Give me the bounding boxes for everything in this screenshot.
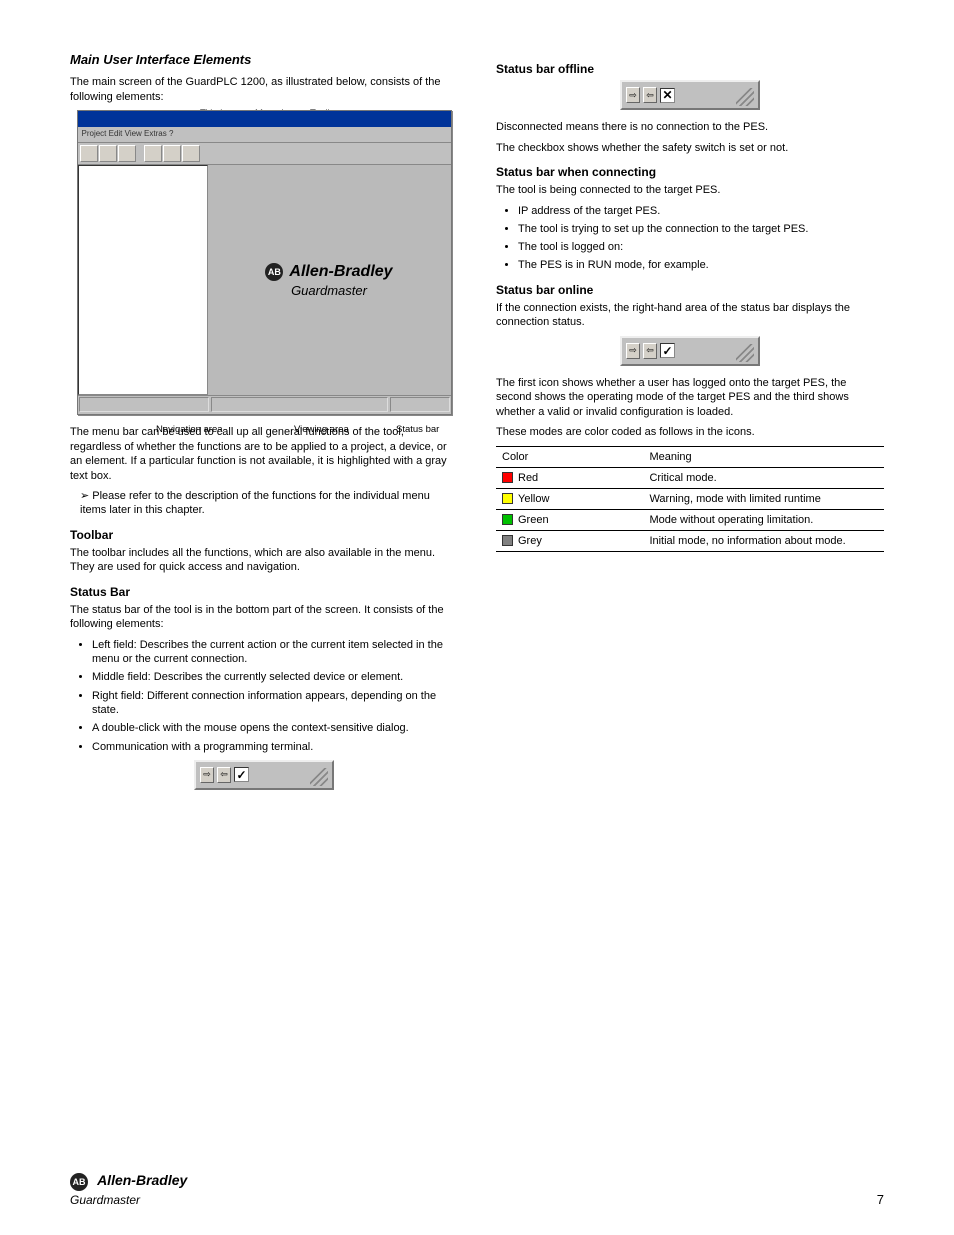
window-body: AB Allen-Bradley Guardmaster: [78, 165, 451, 395]
toolbar-button[interactable]: [99, 145, 117, 162]
resize-grip-icon[interactable]: [252, 764, 328, 786]
window-title-bar: [78, 111, 451, 127]
swatch-grey-icon: [502, 535, 513, 546]
sb-item-right: Right field: Different connection inform…: [92, 689, 458, 718]
ab-logo-icon: AB: [70, 1173, 88, 1191]
left-column: Main User Interface Elements The main sc…: [70, 52, 458, 790]
table-header-row: Color Meaning: [496, 446, 884, 467]
conn-item-ip: IP address of the target PES.: [518, 204, 884, 218]
color-name: Yellow: [518, 493, 549, 505]
online-p2: The first icon shows whether a user has …: [496, 376, 884, 420]
resize-grip-icon[interactable]: [678, 84, 754, 106]
conn-item-logged: The tool is logged on:: [518, 240, 884, 254]
page-columns: Main User Interface Elements The main sc…: [70, 52, 884, 790]
sb-item-mid: Middle field: Describes the currently se…: [92, 670, 458, 684]
intro-paragraph: The main screen of the GuardPLC 1200, as…: [70, 75, 458, 104]
footer-brand: Allen-Bradley: [97, 1172, 187, 1188]
sub-brand-text: Guardmaster: [291, 283, 367, 298]
toolbar-button[interactable]: [80, 145, 98, 162]
online-p3: These modes are color coded as follows i…: [496, 425, 884, 440]
table-row: Green Mode without operating limitation.: [496, 509, 884, 530]
table-row: Red Critical mode.: [496, 467, 884, 488]
table-row: Grey Initial mode, no information about …: [496, 530, 884, 551]
app-window: Project Edit View Extras ? AB: [77, 110, 452, 415]
ab-logo-icon: AB: [265, 263, 283, 281]
status-mid: [211, 397, 388, 412]
cell-color: Green: [496, 509, 643, 530]
resize-grip-icon[interactable]: [678, 340, 754, 362]
swatch-yellow-icon: [502, 493, 513, 504]
label-view-area: Viewing area: [294, 424, 349, 435]
sb-item-comm: Communication with a programming termina…: [92, 740, 458, 754]
swatch-red-icon: [502, 472, 513, 483]
toolbar-note: The toolbar includes all the functions, …: [70, 546, 458, 575]
plug-in-icon: ⇨: [626, 87, 640, 103]
cell-meaning: Mode without operating limitation.: [643, 509, 884, 530]
footer-sub-brand: Guardmaster: [70, 1193, 187, 1207]
label-nav-area: Navigation area: [156, 424, 223, 435]
viewing-area: AB Allen-Bradley Guardmaster: [208, 165, 451, 395]
sb-item-left: Left field: Describes the current action…: [92, 638, 458, 667]
window-status-bar: [78, 395, 451, 413]
plug-in-icon: ⇨: [626, 343, 640, 359]
safety-checkbox[interactable]: ✓: [234, 767, 249, 782]
status-left: [79, 397, 209, 412]
offline-heading: Status bar offline: [496, 62, 884, 76]
plug-out-icon: ⇦: [643, 87, 657, 103]
connecting-p1: The tool is being connected to the targe…: [496, 183, 884, 198]
cell-color: Grey: [496, 530, 643, 551]
toolbar-button[interactable]: [163, 145, 181, 162]
toolbar-button[interactable]: [144, 145, 162, 162]
toolbar-button[interactable]: [118, 145, 136, 162]
table-row: Yellow Warning, mode with limited runtim…: [496, 488, 884, 509]
offline-p2: The checkbox shows whether the safety sw…: [496, 141, 884, 156]
swatch-green-icon: [502, 514, 513, 525]
statusbar-list: Left field: Describes the current action…: [92, 638, 458, 754]
status-widget-left: ⇨ ⇦ ✓: [194, 760, 334, 790]
status-right: [390, 397, 450, 412]
plug-out-icon: ⇦: [217, 767, 231, 783]
window-menu-bar[interactable]: Project Edit View Extras ?: [78, 127, 451, 143]
right-column: Status bar offline ⇨ ⇦ ✕ Disconnected me…: [496, 52, 884, 790]
cell-color: Yellow: [496, 488, 643, 509]
connecting-heading: Status bar when connecting: [496, 165, 884, 179]
connecting-list: IP address of the target PES. The tool i…: [518, 204, 884, 273]
toolbar-button[interactable]: [182, 145, 200, 162]
color-name: Grey: [518, 535, 542, 547]
safety-checkbox-off[interactable]: ✕: [660, 88, 675, 103]
toolbar-heading: Toolbar: [70, 528, 458, 542]
cell-meaning: Critical mode.: [643, 467, 884, 488]
offline-p1: Disconnected means there is no connectio…: [496, 120, 884, 135]
th-color: Color: [496, 446, 643, 467]
brand-text: Allen-Bradley: [289, 263, 392, 281]
arrow-list: Please refer to the description of the f…: [80, 489, 458, 518]
safety-checkbox-on[interactable]: ✓: [660, 343, 675, 358]
color-name: Green: [518, 514, 549, 526]
label-status-bar: Status bar: [396, 424, 439, 435]
cell-meaning: Warning, mode with limited runtime: [643, 488, 884, 509]
page-footer: AB Allen-Bradley Guardmaster 7: [70, 1172, 884, 1207]
main-heading: Main User Interface Elements: [70, 52, 458, 67]
statusbar-intro: The status bar of the tool is in the bot…: [70, 603, 458, 632]
cell-color: Red: [496, 467, 643, 488]
arrow-list-item: Please refer to the description of the f…: [80, 489, 458, 518]
navigation-area[interactable]: [78, 165, 208, 395]
page-number: 7: [877, 1192, 884, 1207]
conn-item-trying: The tool is trying to set up the connect…: [518, 222, 884, 236]
window-toolbar: [78, 143, 451, 165]
plug-out-icon: ⇦: [643, 343, 657, 359]
online-heading: Status bar online: [496, 283, 884, 297]
online-p1: If the connection exists, the right-hand…: [496, 301, 884, 330]
footer-logo-block: AB Allen-Bradley Guardmaster: [70, 1172, 187, 1207]
sb-item-dclick: A double-click with the mouse opens the …: [92, 721, 458, 735]
statusbar-heading: Status Bar: [70, 585, 458, 599]
conn-item-run: The PES is in RUN mode, for example.: [518, 258, 884, 272]
status-widget-online: ⇨ ⇦ ✓: [620, 336, 760, 366]
cell-meaning: Initial mode, no information about mode.: [643, 530, 884, 551]
color-name: Red: [518, 472, 538, 484]
plug-in-icon: ⇨: [200, 767, 214, 783]
color-code-table: Color Meaning Red Critical mode. Yellow …: [496, 446, 884, 552]
th-meaning: Meaning: [643, 446, 884, 467]
status-widget-offline: ⇨ ⇦ ✕: [620, 80, 760, 110]
